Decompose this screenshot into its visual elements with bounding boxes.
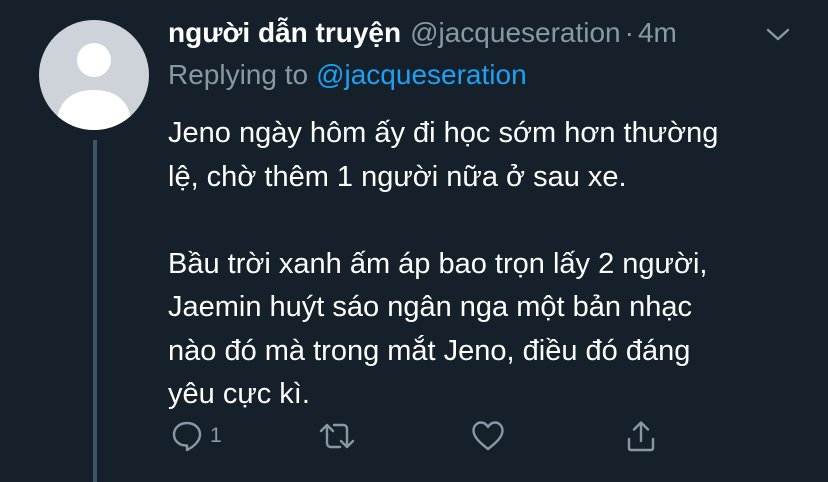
- more-options-button[interactable]: [764, 24, 792, 46]
- share-button[interactable]: [624, 416, 658, 456]
- share-icon: [627, 421, 655, 452]
- chevron-down-icon: [766, 28, 790, 41]
- reply-icon: [172, 421, 202, 452]
- retweet-icon: [319, 423, 355, 449]
- tweet-body-line: yêu cực kì.: [168, 378, 310, 410]
- replying-to-line: Replying to @jacqueseration: [168, 59, 527, 91]
- author-handle[interactable]: @jacqueseration: [410, 17, 621, 49]
- replying-to-mention[interactable]: @jacqueseration: [316, 59, 527, 90]
- tweet-body: Jeno ngày hôm ấy đi học sớm hơn thường l…: [168, 112, 808, 417]
- reply-button[interactable]: 1: [170, 416, 222, 456]
- tweet-body-line: Jaemin huýt sáo ngân nga một bản nhạc: [168, 291, 692, 323]
- tweet-body-line: lệ, chờ thêm 1 người nữa ở sau xe.: [168, 160, 627, 193]
- tweet-actions: 1: [0, 416, 828, 456]
- retweet-button[interactable]: [318, 416, 356, 456]
- replying-to-label: Replying to: [168, 59, 309, 90]
- like-button[interactable]: [470, 416, 506, 456]
- author-name[interactable]: người dẫn truyện: [168, 17, 401, 49]
- tweet-body-line: Bầu trời xanh ấm áp bao trọn lấy 2 người…: [168, 247, 708, 280]
- default-avatar-icon: [56, 43, 132, 130]
- tweet-body-line: nào đó mà trong mắt Jeno, điều đó đáng: [168, 334, 691, 367]
- header-separator: ·: [624, 17, 634, 48]
- tweet-body-line: Jeno ngày hôm ấy đi học sớm hơn thường: [168, 117, 719, 149]
- heart-icon: [472, 421, 504, 451]
- reply-count: 1: [210, 424, 222, 447]
- tweet-header: người dẫn truyện @jacqueseration · 4m: [168, 17, 677, 53]
- avatar[interactable]: [39, 20, 149, 130]
- timestamp[interactable]: 4m: [638, 17, 677, 49]
